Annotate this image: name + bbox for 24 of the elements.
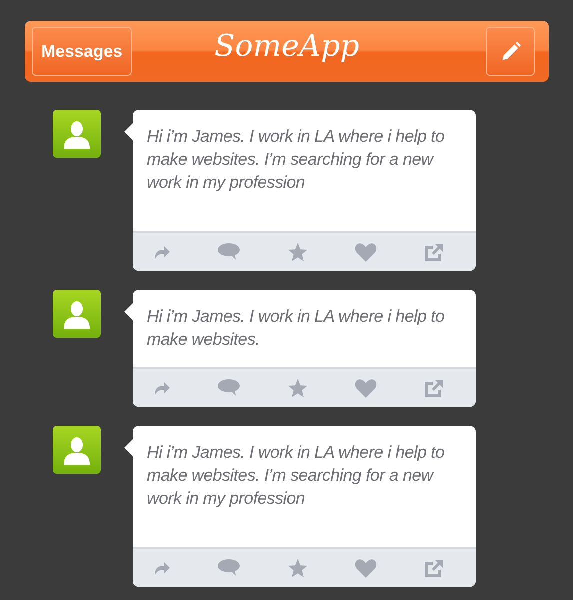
external-link-icon[interactable] (424, 378, 444, 398)
messages-button[interactable]: Messages (32, 27, 132, 76)
heart-icon[interactable] (355, 378, 377, 398)
star-icon[interactable] (288, 242, 308, 262)
external-link-icon[interactable] (424, 558, 444, 578)
heart-icon[interactable] (355, 242, 377, 262)
share-icon[interactable] (152, 559, 170, 577)
comment-icon[interactable] (217, 379, 241, 397)
comment-icon[interactable] (217, 559, 241, 577)
message-text: Hi i’m James. I work in LA where i help to make websites. I’m searching for a new work in my profession (146, 442, 446, 510)
external-link-icon[interactable] (424, 242, 444, 262)
share-icon[interactable] (152, 379, 170, 397)
edit-button[interactable] (486, 27, 535, 76)
heart-icon[interactable] (355, 558, 377, 578)
app-title: SomeApp (214, 29, 360, 64)
comment-icon[interactable] (217, 243, 241, 261)
person-icon (64, 301, 90, 329)
person-icon (64, 121, 90, 149)
message-text: Hi i’m James. I work in LA where i help to make websites. (146, 306, 446, 351)
star-icon[interactable] (288, 378, 308, 398)
share-icon[interactable] (152, 243, 170, 261)
message-text: Hi i’m James. I work in LA where i help to make websites. I’m searching for a new work in my profession (146, 126, 446, 194)
person-icon (64, 437, 90, 465)
star-icon[interactable] (288, 558, 308, 578)
